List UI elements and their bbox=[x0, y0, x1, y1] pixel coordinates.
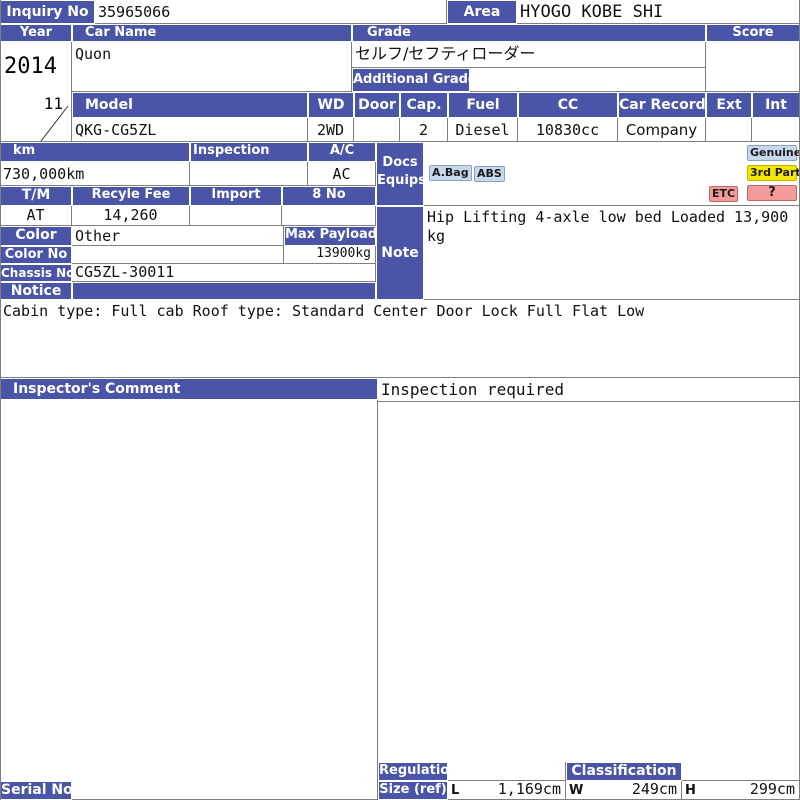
fuel-value: Diesel bbox=[448, 118, 518, 142]
wd-label: WD bbox=[308, 92, 354, 118]
cc-value: 10830cc bbox=[518, 118, 618, 142]
color-no-value bbox=[72, 246, 284, 264]
equips-area: A.Bag ABS Genuine 3rd Party ETC ? bbox=[424, 142, 800, 206]
door-value bbox=[354, 118, 400, 142]
regulation-value bbox=[448, 762, 566, 781]
car-name-label: Car Name bbox=[72, 24, 352, 42]
int-label: Int bbox=[752, 92, 800, 118]
size-h-cell: H 299cm bbox=[682, 781, 800, 800]
inspection-label: Inspection bbox=[190, 142, 308, 162]
abs-badge: ABS bbox=[474, 166, 505, 182]
chassis-no-value: CG5ZL-30011 bbox=[72, 264, 376, 282]
door-label: Door bbox=[354, 92, 400, 118]
area-value: HYOGO KOBE SHI bbox=[517, 0, 800, 24]
color-label: Color bbox=[0, 226, 72, 246]
third-party-badge: 3rd Party bbox=[747, 165, 800, 181]
chassis-no-label: Chassis No bbox=[0, 264, 72, 282]
serial-no-label: Serial No bbox=[0, 781, 72, 800]
inspectors-comment-body-right bbox=[378, 402, 800, 762]
inspectors-comment-label: Inspector's Comment bbox=[0, 378, 378, 400]
km-label: km bbox=[0, 142, 190, 162]
max-payload-label: Max Payload bbox=[284, 226, 376, 246]
size-l-value: 1,169cm bbox=[497, 781, 561, 798]
unknown-badge: ? bbox=[747, 185, 797, 201]
recycle-fee-value: 14,260 bbox=[72, 206, 190, 226]
wd-value: 2WD bbox=[308, 118, 354, 142]
inquiry-no-value: 35965066 bbox=[95, 0, 447, 24]
size-w-label: W bbox=[569, 783, 584, 798]
etc-badge: ETC bbox=[709, 186, 739, 202]
abag-badge: A.Bag bbox=[429, 165, 472, 181]
int-value bbox=[752, 118, 800, 142]
recycle-fee-label: Recyle Fee bbox=[72, 186, 190, 206]
size-l-cell: L 1,169cm bbox=[448, 781, 566, 800]
month-value: 11 bbox=[43, 94, 63, 113]
color-value: Other bbox=[72, 226, 284, 246]
score-label: Score bbox=[706, 24, 800, 42]
note-label: Note bbox=[376, 206, 424, 300]
ext-value bbox=[706, 118, 752, 142]
size-h-label: H bbox=[685, 783, 696, 798]
additional-grade-value bbox=[470, 68, 706, 92]
inspection-value bbox=[190, 162, 308, 186]
area-label: Area bbox=[447, 0, 517, 24]
docs-equips-label: Docs Equips bbox=[376, 142, 424, 206]
cap-value: 2 bbox=[400, 118, 448, 142]
ac-label: A/C bbox=[308, 142, 376, 162]
classification-value bbox=[682, 762, 800, 781]
size-w-cell: W 249cm bbox=[566, 781, 682, 800]
model-value: QKG-CG5ZL bbox=[72, 118, 308, 142]
additional-grade-label: Additional Grade bbox=[352, 68, 470, 92]
regulation-label: Regulation bbox=[378, 762, 448, 781]
score-value bbox=[706, 42, 800, 92]
model-label: Model bbox=[72, 92, 308, 118]
equips-label: Equips bbox=[377, 173, 424, 188]
year-month-cell: 2014 11 bbox=[0, 42, 72, 142]
classification-label: Classification bbox=[566, 762, 682, 781]
tm-label: T/M bbox=[0, 186, 72, 206]
notice-label: Notice bbox=[0, 282, 72, 300]
left-frame-line bbox=[0, 0, 1, 800]
cap-label: Cap. bbox=[400, 92, 448, 118]
year-label: Year bbox=[0, 24, 72, 42]
eight-no-label: 8 No bbox=[282, 186, 376, 206]
fuel-label: Fuel bbox=[448, 92, 518, 118]
genuine-badge: Genuine bbox=[747, 145, 800, 161]
tm-value: AT bbox=[0, 206, 72, 226]
car-name-value: Quon bbox=[72, 42, 352, 92]
year-value: 2014 bbox=[4, 54, 57, 79]
inquiry-no-label: Inquiry No bbox=[0, 0, 95, 24]
note-value: Hip Lifting 4-axle low bed Loaded 13,900… bbox=[424, 206, 800, 300]
km-value: 730,000km bbox=[0, 162, 190, 186]
car-record-value: Company bbox=[618, 118, 706, 142]
color-no-label: Color No bbox=[0, 246, 72, 264]
grade-value: セルフ/セフティローダー bbox=[352, 42, 706, 68]
grade-label: Grade bbox=[352, 24, 706, 42]
inspectors-comment-body-left bbox=[0, 400, 378, 782]
import-value bbox=[190, 206, 282, 226]
ac-value: AC bbox=[308, 162, 376, 186]
docs-label: Docs bbox=[382, 155, 418, 170]
size-h-value: 299cm bbox=[749, 781, 795, 798]
cc-label: CC bbox=[518, 92, 618, 118]
car-record-label: Car Record bbox=[618, 92, 706, 118]
notice-header-spacer bbox=[72, 282, 376, 300]
size-l-label: L bbox=[451, 783, 460, 798]
import-label: Import bbox=[190, 186, 282, 206]
inspection-required-value: Inspection required bbox=[378, 378, 800, 402]
ext-label: Ext bbox=[706, 92, 752, 118]
serial-no-value bbox=[72, 781, 378, 800]
size-ref-label: Size (ref) bbox=[378, 781, 448, 800]
eight-no-value bbox=[282, 206, 376, 226]
size-w-value: 249cm bbox=[631, 781, 677, 798]
max-payload-value: 13900kg bbox=[284, 246, 376, 264]
notice-value: Cabin type: Full cab Roof type: Standard… bbox=[0, 300, 800, 378]
